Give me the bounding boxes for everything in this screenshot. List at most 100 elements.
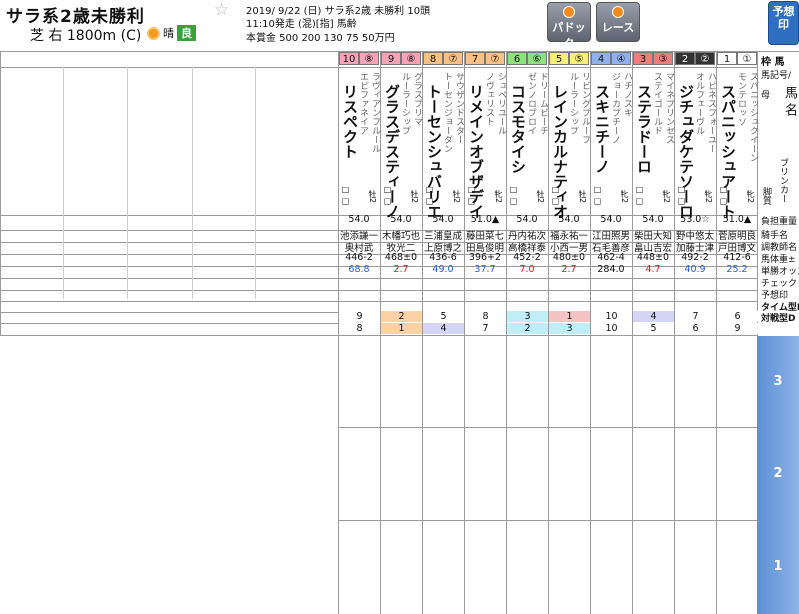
- sex-age: 牡2: [368, 190, 377, 204]
- body-weight: 436-6: [429, 252, 457, 263]
- course-info: 芝 右 1800m (C): [30, 28, 142, 44]
- waku-number: ⑤: [569, 52, 589, 65]
- grid-line: [0, 278, 757, 279]
- time-rank: 1: [549, 311, 590, 322]
- label-blinker: ブリンカー: [778, 158, 788, 203]
- burden-weight: 51.0▲: [470, 214, 500, 225]
- horse-number: 7: [465, 52, 485, 65]
- race-title: サラ系2歳未勝利: [6, 7, 145, 27]
- versus-rank: 2: [507, 323, 548, 334]
- body-weight: 462-4: [597, 252, 625, 263]
- play-icon: [612, 6, 624, 18]
- horse-name[interactable]: スキニチーノ: [592, 84, 613, 174]
- time-rank: 10: [591, 311, 632, 322]
- body-weight: 468±0: [384, 252, 418, 263]
- versus-rank: 1: [381, 323, 422, 334]
- favorite-star-icon[interactable]: ☆: [214, 0, 229, 20]
- row-label: 対戦型D: [761, 314, 796, 324]
- versus-rank: 3: [549, 323, 590, 334]
- horse-number: 6: [507, 52, 527, 65]
- prediction-mark-label: 予想印: [772, 5, 795, 31]
- body-weight: 452-2: [513, 252, 541, 263]
- versus-rank: 6: [675, 323, 716, 334]
- blinker-box: □ □: [425, 185, 434, 206]
- dam-name: ハチノスキ: [622, 72, 632, 117]
- burden-weight: 54.0: [348, 214, 370, 225]
- grid-line: [0, 67, 757, 68]
- race-video-button[interactable]: レース: [596, 2, 640, 42]
- versus-rank: 9: [717, 323, 758, 334]
- time-rank: 2: [381, 311, 422, 322]
- win-odds: 49.0: [432, 264, 454, 275]
- win-odds: 40.9: [684, 264, 706, 275]
- time-rank: 5: [423, 311, 464, 322]
- grid-line: [0, 301, 757, 302]
- blinker-box: □ □: [467, 185, 476, 206]
- time-rank: 9: [339, 311, 380, 322]
- versus-rank: 10: [591, 323, 632, 334]
- waku-number: ⑧: [359, 52, 379, 65]
- past-race-band: 3: [757, 336, 799, 428]
- win-odds: 37.7: [474, 264, 496, 275]
- horse-number: 2: [675, 52, 695, 65]
- race-header: サラ系2歳未勝利 ☆ 芝 右 1800m (C) 晴 良 2019/ 9/22 …: [0, 0, 799, 50]
- grid-line: [127, 67, 128, 299]
- versus-rank: 4: [423, 323, 464, 334]
- race-start-info: 11:10発走 (混)[指] 馬齢: [246, 19, 357, 30]
- dam-name: リビングプルーフ: [580, 72, 590, 144]
- waku-number: ①: [737, 52, 757, 65]
- going-badge: 良: [177, 25, 196, 41]
- versus-rank: 8: [339, 323, 380, 334]
- prediction-mark-button[interactable]: 予想印: [768, 1, 799, 45]
- horse-name[interactable]: ステラドーロ: [634, 84, 655, 174]
- waku-number: ⑦: [443, 52, 463, 65]
- blinker-box: □ □: [635, 185, 644, 206]
- sex-age: 牡2: [410, 190, 419, 204]
- weather-label: 晴: [163, 27, 174, 40]
- dam-name: ラヴィアンフルール: [370, 72, 380, 153]
- versus-rank: 7: [465, 323, 506, 334]
- waku-number: ③: [653, 52, 673, 65]
- burden-weight: 54.0: [390, 214, 412, 225]
- horse-number: 10: [339, 52, 359, 65]
- horse-name[interactable]: リスペクト: [340, 84, 361, 159]
- row-label: 負担重量: [761, 217, 798, 227]
- race-video-label: レース: [601, 21, 635, 34]
- past-race-band: 2: [757, 428, 799, 520]
- horse-name[interactable]: コスモタイシ: [508, 84, 529, 174]
- time-rank: 6: [717, 311, 758, 322]
- time-rank: 4: [633, 311, 674, 322]
- play-icon: [563, 6, 575, 18]
- blinker-box: □ □: [341, 185, 350, 206]
- blinker-box: □ □: [719, 185, 728, 206]
- horse-number: 5: [549, 52, 569, 65]
- sex-age: 牡2: [578, 190, 587, 204]
- col-head-waku-uma: 枠 馬: [761, 57, 785, 68]
- win-odds: 4.7: [645, 264, 661, 275]
- time-rank: 7: [675, 311, 716, 322]
- blinker-box: □ □: [677, 185, 686, 206]
- blinker-box: □ □: [551, 185, 560, 206]
- waku-number: ⑧: [401, 52, 421, 65]
- dam-name: ドリームビーチ: [538, 72, 548, 135]
- prize-info: 本賞金 500 200 130 75 50万円: [246, 33, 395, 44]
- waku-number: ⑦: [485, 52, 505, 65]
- waku-number: ②: [695, 52, 715, 65]
- grid-line: [255, 67, 256, 299]
- weather-chip: 晴 良: [147, 25, 196, 41]
- blinker-box: □ □: [383, 185, 392, 206]
- horse-number: 8: [423, 52, 443, 65]
- burden-weight: 54.0: [642, 214, 664, 225]
- versus-rank: 5: [633, 323, 674, 334]
- time-rank: 8: [465, 311, 506, 322]
- body-weight: 448±0: [636, 252, 670, 263]
- horse-number: 3: [633, 52, 653, 65]
- sex-age: 牡2: [536, 190, 545, 204]
- paddock-button[interactable]: パドック: [547, 2, 591, 50]
- body-weight: 412-6: [723, 252, 751, 263]
- label-mother: 母: [761, 91, 771, 101]
- dam-name: サウザンドスター: [454, 72, 464, 144]
- dam-name: シュペリユール: [496, 72, 506, 135]
- paddock-label: パドック: [552, 21, 586, 50]
- label-running-style: 脚質: [761, 187, 771, 205]
